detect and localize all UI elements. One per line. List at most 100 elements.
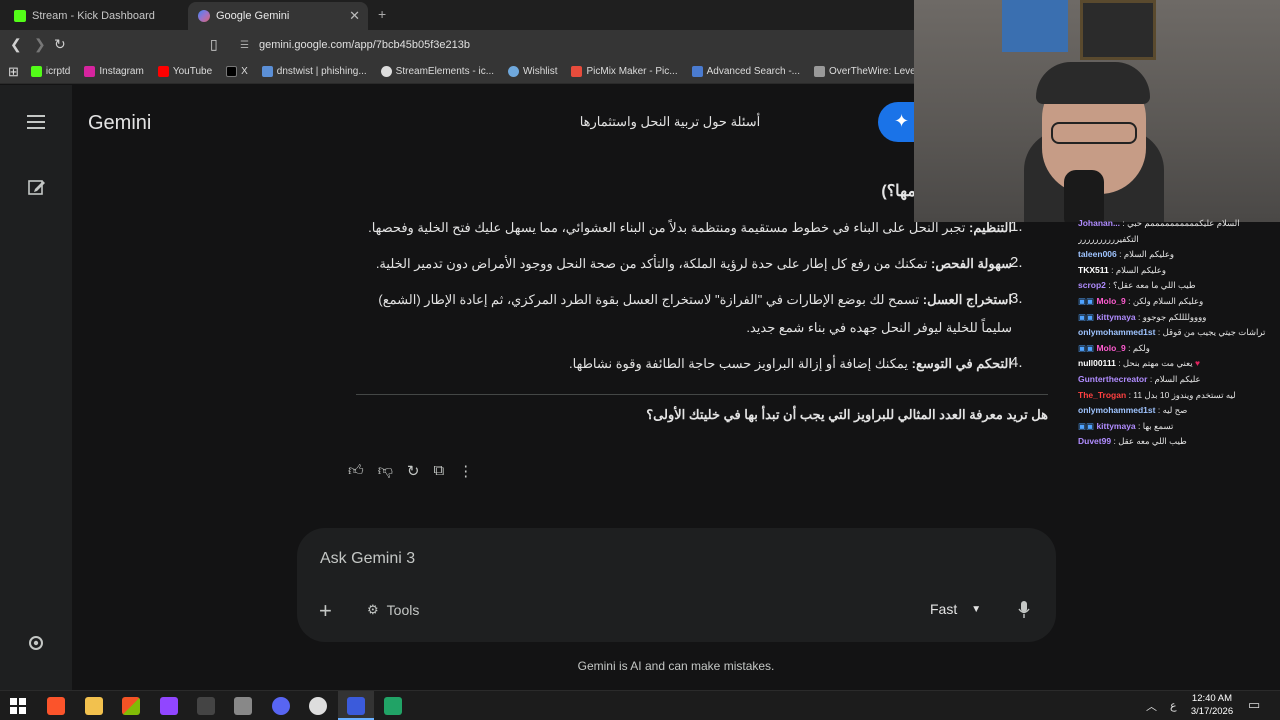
add-icon[interactable]: + — [319, 598, 332, 624]
bookmark-wishlist[interactable]: Wishlist — [508, 66, 557, 77]
media-player-icon — [347, 697, 365, 715]
tab-kick-dashboard[interactable]: Stream - Kick Dashboard — [4, 2, 186, 30]
more-options-icon[interactable]: ⋮ — [458, 462, 473, 480]
list-item: استخراج العسل: تسمح لك بوضع الإطارات في … — [362, 286, 1012, 342]
streamelements-icon — [380, 66, 392, 77]
discord-icon[interactable] — [272, 697, 290, 715]
gemini-sidebar — [0, 85, 72, 690]
thumbs-up-icon[interactable]: 👍︎ — [348, 462, 364, 480]
bookmark-icrptd[interactable]: icrptd — [30, 66, 70, 77]
site-info-icon[interactable]: ☰ — [240, 40, 249, 51]
thumbs-down-icon[interactable]: 👎︎ — [378, 462, 393, 480]
back-icon[interactable]: ❮ — [10, 36, 22, 53]
brave-icon[interactable] — [47, 697, 65, 715]
close-tab-icon[interactable]: ✕ — [349, 8, 360, 24]
prompt-box: Ask Gemini 3 + ⚙ Tools Fast ▼ — [297, 528, 1056, 642]
bookmark-icon[interactable]: ▯ — [210, 36, 218, 53]
streamer-cap — [1036, 62, 1150, 104]
chat-text: : طيب اللي ما معه عقل؟ — [1108, 280, 1196, 291]
url-field[interactable]: ☰ gemini.google.com/app/7bcb45b05f3e213b — [240, 34, 470, 56]
chat-user: kittymaya — [1096, 420, 1136, 431]
chat-user: Molo_9 — [1096, 295, 1126, 306]
windows-start-icon[interactable] — [10, 698, 26, 714]
mode-selector[interactable]: Fast ▼ — [930, 601, 981, 617]
prompt-input[interactable]: Ask Gemini 3 — [320, 550, 415, 568]
app-icon[interactable] — [197, 697, 215, 715]
taskbar-active-app[interactable] — [338, 691, 374, 720]
apps-icon[interactable]: ⊞ — [8, 64, 19, 80]
settings-gear-icon[interactable] — [27, 634, 45, 652]
spark-icon: ✦ — [894, 111, 910, 131]
chat-user: Johanan... — [1078, 218, 1121, 228]
spreadsheet-icon[interactable] — [384, 697, 402, 715]
chat-text: : ووووللللكم جوجوو — [1138, 311, 1207, 322]
regenerate-icon[interactable]: ↻ — [407, 462, 420, 480]
microphone-prop — [1064, 170, 1104, 222]
url-text: gemini.google.com/app/7bcb45b05f3e213b — [258, 39, 470, 51]
overthewire-icon — [814, 66, 825, 77]
list-item: التحكم في التوسع: يمكنك إضافة أو إزالة ا… — [292, 350, 1012, 378]
new-tab-button[interactable]: + — [378, 6, 386, 22]
chat-user: TKX511 — [1078, 264, 1109, 275]
search-engine-icon — [691, 66, 703, 77]
obs-icon[interactable] — [309, 697, 327, 715]
bookmark-x[interactable]: X — [226, 66, 248, 77]
input-language[interactable]: ع — [1170, 699, 1177, 712]
chat-message: TKX511 : وعليكم السلام — [1078, 263, 1278, 279]
twitch-icon[interactable] — [160, 697, 178, 715]
chat-message: ▣▣ Molo_9 : وعليكم السلام ولكن — [1078, 294, 1278, 310]
instagram-icon — [84, 66, 96, 77]
item-heading: التنظيم: — [969, 220, 1012, 235]
copy-icon[interactable]: ⧉ — [434, 462, 445, 480]
item-text: يمكنك إضافة أو إزالة البراويز حسب حاجة ا… — [569, 356, 912, 371]
chat-message: ▣▣ Molo_9 : ولكم — [1078, 341, 1278, 357]
chat-message: Gunterthecreator : عليكم السلام — [1078, 372, 1278, 388]
bookmark-youtube[interactable]: YouTube — [157, 66, 212, 77]
chat-text: : وعليكم السلام — [1119, 249, 1174, 260]
bookmark-label: dnstwist | phishing... — [276, 66, 367, 77]
bookmark-instagram[interactable]: Instagram — [84, 66, 144, 77]
chat-text: التكفيرررررررررر — [1078, 233, 1139, 244]
chat-text: : تسمع بها — [1138, 420, 1174, 431]
bookmark-picmix[interactable]: PicMix Maker - Pic... — [571, 66, 678, 77]
chat-message: onlymohammed1st : صح ليه — [1078, 403, 1278, 419]
chat-user: taleen006 — [1078, 249, 1117, 260]
tab-title: Google Gemini — [216, 10, 290, 22]
gemini-brand-title[interactable]: Gemini — [88, 112, 151, 135]
windows-taskbar: ︿ ع 12:40 AM 3/17/2026 ▭ — [0, 690, 1280, 720]
menu-icon[interactable] — [27, 115, 45, 129]
forward-icon[interactable]: ❯ — [34, 36, 46, 53]
chat-user: onlymohammed1st — [1078, 405, 1156, 416]
bookmark-label: StreamElements - ic... — [395, 66, 495, 77]
chat-user: Molo_9 — [1096, 342, 1126, 353]
notifications-icon[interactable]: ▭ — [1248, 697, 1260, 713]
reload-icon[interactable]: ↻ — [54, 36, 66, 53]
wall-poster — [1002, 0, 1068, 52]
chat-user: Duvet99 — [1078, 436, 1112, 447]
heart-icon: ♥ — [1194, 358, 1200, 369]
tools-button[interactable]: ⚙ Tools — [367, 602, 419, 618]
store-icon[interactable] — [122, 697, 140, 715]
tab-title: Stream - Kick Dashboard — [32, 10, 155, 22]
item-heading: استخراج العسل: — [922, 292, 1012, 307]
chat-message: onlymohammed1st : تراشات جيتي يجيب من قو… — [1078, 325, 1278, 341]
chat-message: taleen006 : وعليكم السلام — [1078, 247, 1278, 263]
clock-date: 3/17/2026 — [1190, 706, 1234, 717]
chevron-up-icon[interactable]: ︿ — [1146, 698, 1157, 714]
new-chat-icon[interactable] — [28, 178, 46, 196]
file-explorer-icon[interactable] — [85, 697, 103, 715]
webcam-overlay — [914, 0, 1280, 222]
bookmark-advanced-search[interactable]: Advanced Search -... — [691, 66, 800, 77]
item-heading: سهولة الفحص: — [931, 256, 1012, 271]
clock[interactable]: 12:40 AM 3/17/2026 — [1188, 692, 1236, 718]
bookmark-streamelements[interactable]: StreamElements - ic... — [380, 66, 495, 77]
files-icon[interactable] — [234, 697, 252, 715]
tools-label: Tools — [386, 602, 420, 618]
microphone-icon[interactable] — [1018, 601, 1030, 619]
bookmark-dnstwist[interactable]: dnstwist | phishing... — [261, 66, 367, 77]
bookmark-overthewire[interactable]: OverTheWire: Level... — [814, 66, 926, 77]
chat-text: : عليكم السلام — [1149, 373, 1201, 384]
badge-icon: ▣▣ — [1078, 342, 1095, 353]
tab-google-gemini[interactable]: Google Gemini ✕ — [188, 2, 368, 30]
conversation-title[interactable]: أسئلة حول تربية النحل واستثمارها — [520, 114, 820, 130]
